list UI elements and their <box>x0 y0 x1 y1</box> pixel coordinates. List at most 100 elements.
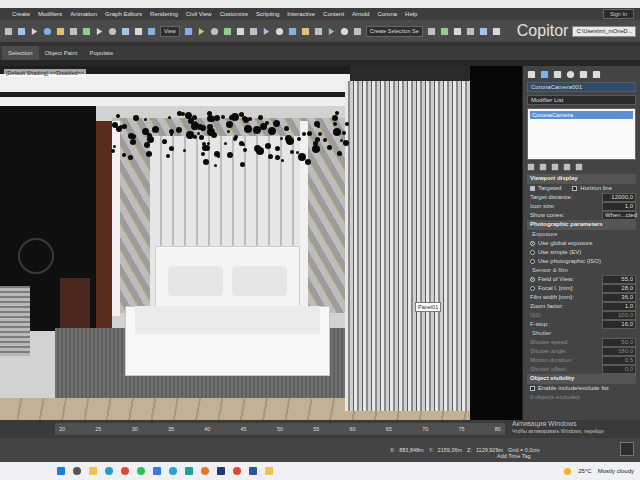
render-icon[interactable] <box>492 27 501 36</box>
param-spinner[interactable]: 180,0 <box>602 347 636 356</box>
tool-icon[interactable] <box>301 27 310 36</box>
menu-item[interactable]: Graph Editors <box>105 8 142 20</box>
tool-icon[interactable] <box>4 27 13 36</box>
param-spinner[interactable]: 12000,0 <box>602 193 636 202</box>
explorer-icon[interactable] <box>88 466 98 476</box>
tool-icon[interactable] <box>108 27 117 36</box>
param-spinner[interactable]: 16,0 <box>602 320 636 329</box>
menu-item[interactable]: Scripting <box>256 8 279 20</box>
param-spinner[interactable]: 50,0 <box>602 338 636 347</box>
radio-button[interactable] <box>530 286 535 291</box>
tool-icon[interactable] <box>69 27 78 36</box>
menu-item[interactable]: Arnold <box>352 8 369 20</box>
time-config-button[interactable] <box>620 442 634 456</box>
tool-icon[interactable] <box>30 27 39 36</box>
modify-icon[interactable] <box>540 70 549 79</box>
max-icon[interactable] <box>184 466 194 476</box>
tool-icon[interactable] <box>134 27 143 36</box>
render-icon[interactable] <box>453 27 462 36</box>
modifier-list-dropdown[interactable]: Modifier List <box>527 95 636 105</box>
menu-item[interactable]: Content <box>323 8 344 20</box>
axis-value[interactable]: 883,848m <box>399 446 423 454</box>
tool-icon[interactable] <box>82 27 91 36</box>
corona-icon[interactable] <box>200 466 210 476</box>
axis-value[interactable]: 1129,929m <box>476 446 503 454</box>
project-path-field[interactable]: C:\Users\m\_mOneD... <box>572 26 636 37</box>
param-spinner[interactable]: 1,0 <box>602 202 636 211</box>
plus-icon[interactable] <box>527 70 536 79</box>
tool-icon[interactable] <box>184 27 193 36</box>
camera-viewport[interactable]: [Default Shading] <<Disabled>>Panel01 <box>0 66 522 420</box>
param-spinner[interactable]: 100,0 <box>602 311 636 320</box>
param-spinner[interactable]: 28,0 <box>602 284 636 293</box>
telegram-icon[interactable] <box>168 466 178 476</box>
time-slider-track[interactable]: 20253035404550556065707580 <box>55 423 505 435</box>
tool-icon[interactable] <box>288 27 297 36</box>
ribbon-tab[interactable]: Object Paint <box>39 46 84 60</box>
checkbox[interactable] <box>530 386 535 391</box>
stack-item[interactable]: CoronaCamera <box>530 111 633 119</box>
rollout-title[interactable]: Object visibility <box>527 374 636 384</box>
add-time-tag[interactable]: Add Time Tag <box>497 452 531 460</box>
photoshop-icon[interactable] <box>216 466 226 476</box>
param-spinner[interactable]: 0,5 <box>602 356 636 365</box>
menu-item[interactable]: Customize <box>220 8 248 20</box>
tool-icon[interactable] <box>236 27 245 36</box>
tool-icon[interactable] <box>340 27 349 36</box>
hierarchy-icon[interactable] <box>553 70 562 79</box>
axis-value[interactable]: 2159,36m <box>438 446 462 454</box>
tool-icon[interactable] <box>353 27 362 36</box>
rollout-title[interactable]: Photographic parameters <box>527 220 636 230</box>
tool-icon[interactable] <box>147 27 156 36</box>
view-dropdown[interactable]: View <box>160 26 180 37</box>
selection-set-dropdown[interactable]: Create Selection Se <box>366 26 423 37</box>
checkbox[interactable] <box>572 186 577 191</box>
display-icon[interactable] <box>579 70 588 79</box>
checkbox-label[interactable]: Targeted <box>538 184 561 193</box>
radio-button[interactable] <box>530 277 535 282</box>
render-icon[interactable] <box>440 27 449 36</box>
menu-item[interactable]: Modifiers <box>38 8 62 20</box>
stack-tool-icon[interactable] <box>575 163 583 171</box>
tool-icon[interactable] <box>223 27 232 36</box>
object-name-field[interactable]: CoronaCamera001 <box>527 82 636 92</box>
menu-item[interactable]: Civil View <box>186 8 212 20</box>
tool-icon[interactable] <box>262 27 271 36</box>
menu-item[interactable]: Interactive <box>287 8 315 20</box>
edge-icon[interactable] <box>104 466 114 476</box>
tool-icon[interactable] <box>121 27 130 36</box>
menu-item[interactable]: Rendering <box>150 8 178 20</box>
stack-tool-icon[interactable] <box>563 163 571 171</box>
utilities-icon[interactable] <box>592 70 601 79</box>
param-spinner[interactable]: 1,0 <box>602 302 636 311</box>
menu-item[interactable]: Corona <box>377 8 397 20</box>
tool-icon[interactable] <box>197 27 206 36</box>
radio-button[interactable] <box>530 259 535 264</box>
render-icon[interactable] <box>479 27 488 36</box>
tool-icon[interactable] <box>314 27 323 36</box>
folder-icon[interactable] <box>264 466 274 476</box>
stack-tool-icon[interactable] <box>539 163 547 171</box>
menu-item[interactable]: Create <box>12 8 30 20</box>
tool-icon[interactable] <box>43 27 52 36</box>
ribbon-tab[interactable]: Populate <box>83 46 119 60</box>
param-spinner[interactable]: 0,0 <box>602 365 636 374</box>
chrome-icon[interactable] <box>232 466 242 476</box>
menu-item[interactable]: Help <box>405 8 417 20</box>
tool-icon[interactable] <box>327 27 336 36</box>
motion-icon[interactable] <box>566 70 575 79</box>
stack-tool-icon[interactable] <box>527 163 535 171</box>
tool-icon[interactable] <box>17 27 26 36</box>
chrome-icon[interactable] <box>120 466 130 476</box>
radio-button[interactable] <box>530 250 535 255</box>
param-spinner[interactable]: 36,0 <box>602 293 636 302</box>
rollout-title[interactable]: Viewport display <box>527 174 636 184</box>
store-icon[interactable] <box>152 466 162 476</box>
checkbox-label[interactable]: Enable include/exclude list <box>538 384 609 393</box>
search-icon[interactable] <box>72 466 82 476</box>
whatsapp-icon[interactable] <box>136 466 146 476</box>
checkbox-label[interactable]: Horizon line <box>580 184 612 193</box>
viewport-label[interactable]: [Default Shading] <<Disabled>> <box>4 69 86 77</box>
render-icon[interactable] <box>466 27 475 36</box>
param-spinner[interactable]: 55,0 <box>602 275 636 284</box>
